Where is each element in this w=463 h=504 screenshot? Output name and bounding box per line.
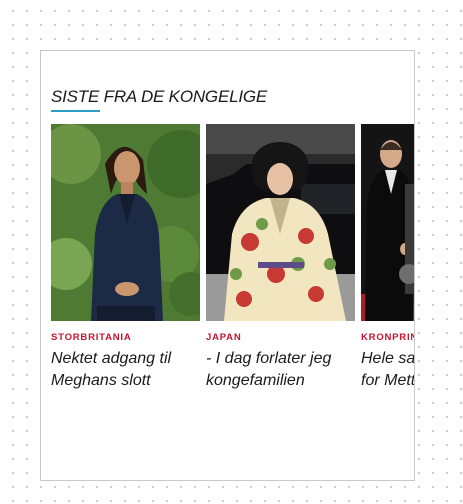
news-card-image[interactable] bbox=[51, 124, 200, 321]
news-card-storbritannia[interactable]: STORBRITANIA Nektet adgang til Meghans s… bbox=[51, 124, 200, 392]
news-card-category[interactable]: JAPAN bbox=[206, 332, 355, 343]
news-card-headline[interactable]: Hele salen reiste seg for Mette Marit bbox=[361, 348, 414, 392]
photo-woman-kimono-icon bbox=[206, 124, 355, 321]
photo-woman-navy-blazer-icon bbox=[51, 124, 200, 321]
news-carousel: STORBRITANIA Nektet adgang til Meghans s… bbox=[51, 124, 414, 424]
photo-man-suit-red-carpet-icon bbox=[361, 124, 414, 321]
widget-title: SISTE FRA DE KONGELIGE bbox=[51, 87, 268, 106]
royal-news-widget: SISTE FRA DE KONGELIGE STORBRITANIA Nekt… bbox=[40, 50, 415, 481]
news-card-headline[interactable]: Nektet adgang til Meghans slott bbox=[51, 348, 201, 392]
news-card-category[interactable]: STORBRITANIA bbox=[51, 332, 200, 343]
news-card-image[interactable] bbox=[361, 124, 414, 321]
news-card-image[interactable] bbox=[206, 124, 355, 321]
news-card-headline[interactable]: - I dag forlater jeg kongefamilien bbox=[206, 348, 356, 392]
news-card-kronprins[interactable]: KRONPRINS Hele salen reiste seg for Mett… bbox=[361, 124, 414, 392]
news-card-japan[interactable]: JAPAN - I dag forlater jeg kongefamilien bbox=[206, 124, 355, 392]
news-card-category[interactable]: KRONPRINS bbox=[361, 332, 414, 343]
title-underline bbox=[51, 110, 100, 112]
